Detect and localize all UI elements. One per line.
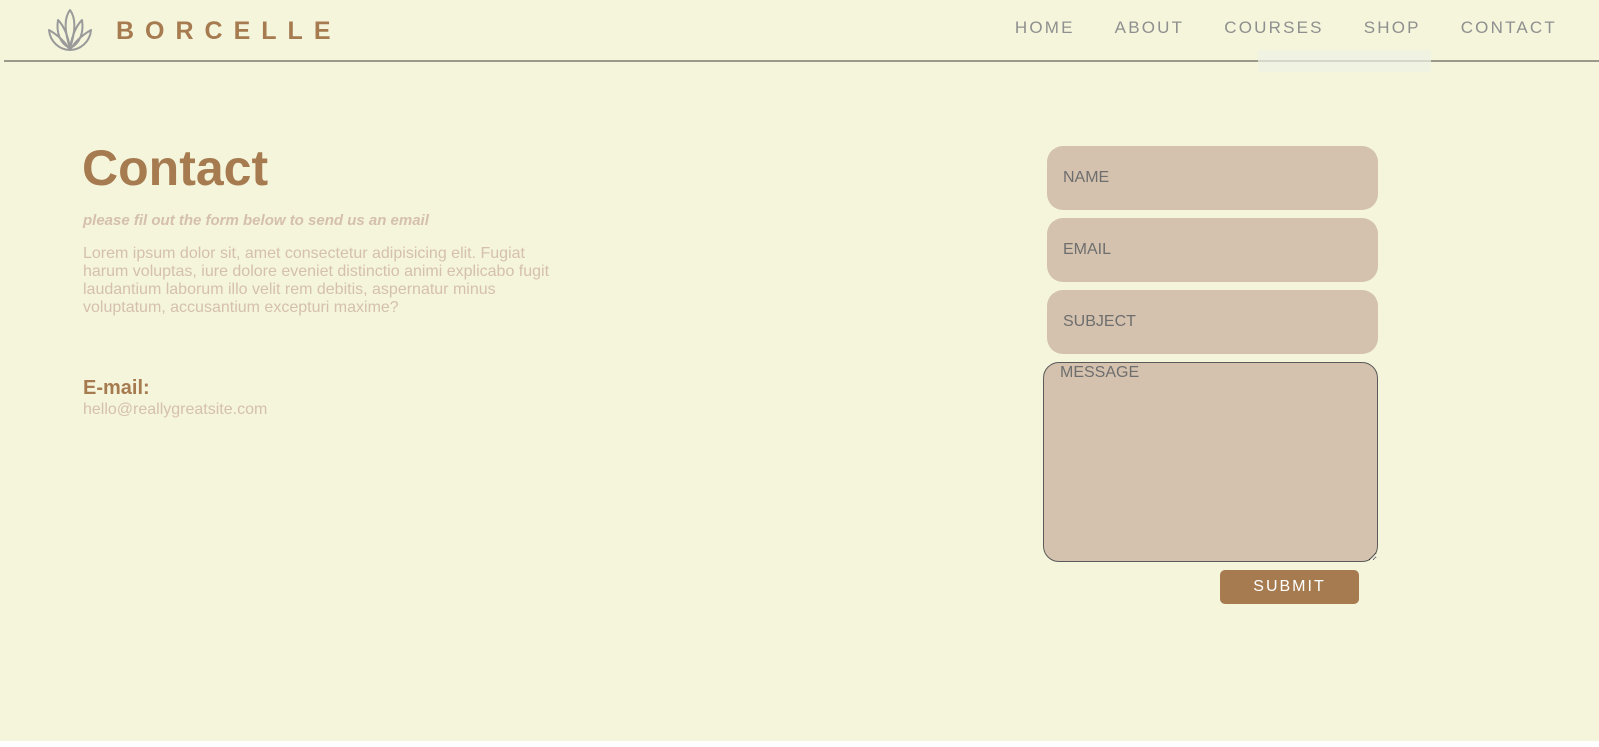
email-field[interactable] [1047,218,1378,282]
intro-paragraph: Lorem ipsum dolor sit, amet consectetur … [83,245,550,316]
nav-link-courses[interactable]: COURSES [1224,18,1323,38]
nav-link-shop[interactable]: SHOP [1364,18,1421,38]
email-address: hello@reallygreatsite.com [83,401,268,418]
brand-logo-text[interactable]: BORCELLE [116,16,342,46]
message-field[interactable] [1043,362,1378,562]
faded-tooltip [1258,50,1431,72]
page-subtitle: please fil out the form below to send us… [83,212,429,229]
main-nav: HOME ABOUT COURSES SHOP CONTACT [1015,18,1557,38]
page-background: BORCELLE HOME ABOUT COURSES SHOP CONTACT… [0,0,1599,747]
page-title: Contact [82,140,269,196]
name-field[interactable] [1047,146,1378,210]
email-label: E-mail: [83,377,150,399]
bottom-edge [0,741,1599,747]
nav-link-contact[interactable]: CONTACT [1461,18,1557,38]
nav-link-about[interactable]: ABOUT [1115,18,1185,38]
nav-link-home[interactable]: HOME [1015,18,1075,38]
subject-field[interactable] [1047,290,1378,354]
lotus-icon[interactable] [46,6,94,54]
submit-button[interactable]: SUBMIT [1220,570,1359,604]
